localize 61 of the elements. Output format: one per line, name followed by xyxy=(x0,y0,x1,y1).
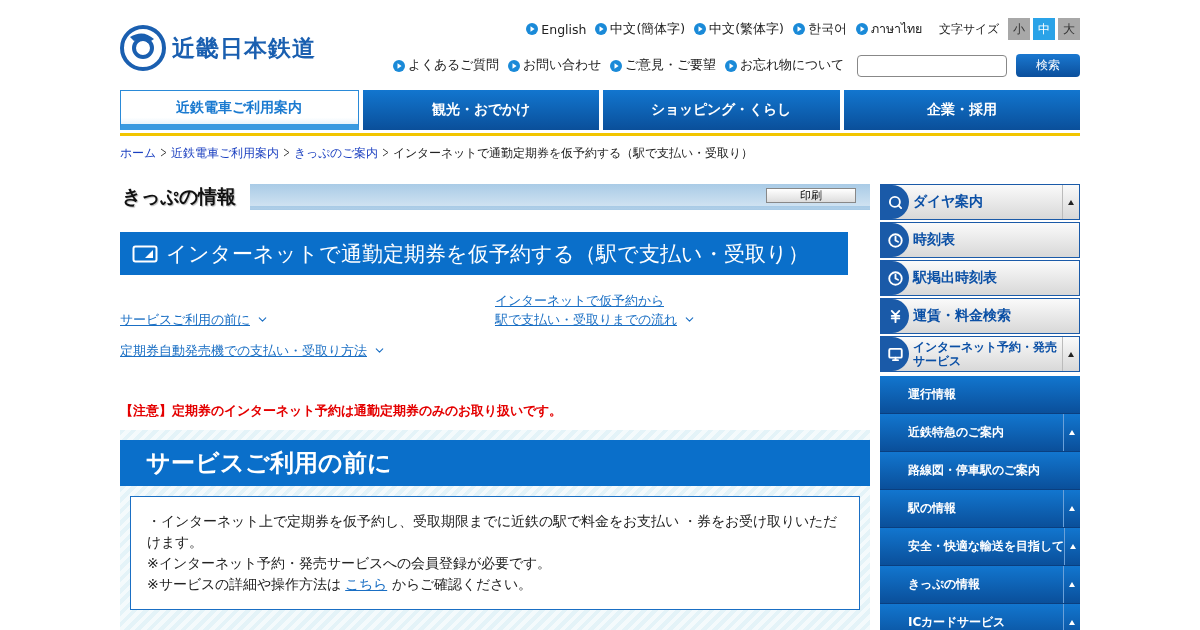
clock-icon xyxy=(887,270,903,286)
breadcrumb-current: インターネットで通勤定期券を仮予約する（駅で支払い・受取り） xyxy=(393,145,753,162)
logo-text: 近畿日本鉄道 xyxy=(172,33,316,63)
section-title: きっぷの情報 xyxy=(122,184,236,209)
play-bullet-icon xyxy=(393,59,405,72)
language-link[interactable]: English xyxy=(526,21,587,37)
utility-link[interactable]: ご意見・ご要望 xyxy=(610,57,716,74)
play-bullet-icon xyxy=(725,59,737,72)
section-heading: サービスご利用の前に xyxy=(120,440,870,486)
utility-link[interactable]: お忘れ物について xyxy=(725,57,844,74)
sidebar-submenu-item[interactable]: ICカードサービス xyxy=(880,604,1080,630)
monitor-icon xyxy=(887,346,903,362)
language-link[interactable]: 中文(簡体字) xyxy=(595,20,686,38)
page-heading-text: インターネットで通勤定期券を仮予約する（駅で支払い・受取り） xyxy=(166,240,809,268)
search-icon xyxy=(887,194,903,210)
play-bullet-icon xyxy=(694,23,707,35)
info-text: ※インターネット予約・発売サービスへの会員登録が必要です。 xyxy=(147,554,552,573)
language-link[interactable]: ภาษาไทย xyxy=(856,19,922,39)
language-link[interactable]: 한국어 xyxy=(793,20,847,38)
font-size-button[interactable]: 大 xyxy=(1058,18,1080,40)
expand-icon[interactable] xyxy=(1068,351,1074,357)
search-button[interactable]: 検索 xyxy=(1016,54,1080,77)
nav-tab[interactable]: 企業・採用 xyxy=(843,90,1080,130)
breadcrumb-link[interactable]: きっぷのご案内 xyxy=(294,145,378,162)
font-size-label: 文字サイズ xyxy=(939,20,999,38)
breadcrumb-link[interactable]: 近鉄電車ご利用案内 xyxy=(171,145,279,162)
sidebar-submenu-item[interactable]: きっぷの情報 xyxy=(880,566,1080,604)
details-link[interactable]: こちら xyxy=(345,576,388,592)
print-button[interactable]: 印刷 xyxy=(766,187,856,203)
sidebar-menu-item[interactable]: インターネット予約・発売サービス xyxy=(880,336,1080,372)
sidebar-submenu-item[interactable]: 安全・快適な輸送を目指して xyxy=(880,528,1080,566)
play-bullet-icon xyxy=(610,59,622,72)
sidebar-menu-item[interactable]: ダイヤ案内 xyxy=(880,184,1080,220)
ticket-icon xyxy=(132,244,158,263)
sidebar-submenu-item[interactable]: 路線図・停車駅のご案内 xyxy=(880,452,1080,490)
play-bullet-icon xyxy=(595,23,608,35)
logo-icon xyxy=(120,25,166,71)
play-bullet-icon xyxy=(793,23,805,35)
info-text: ※サービスの詳細や操作方法は こちら からご確認ください。 xyxy=(147,575,533,594)
nav-tab[interactable]: 近鉄電車ご利用案内 xyxy=(120,90,359,130)
clock-icon xyxy=(887,232,903,248)
search-field[interactable] xyxy=(857,54,1007,77)
language-link[interactable]: 中文(繁体字) xyxy=(694,20,784,38)
sidebar-menu-item[interactable]: 駅掲出時刻表 xyxy=(880,260,1080,296)
sidebar-menu-item[interactable]: 時刻表 xyxy=(880,222,1080,258)
utility-link[interactable]: よくあるご質問 xyxy=(393,57,499,74)
play-bullet-icon xyxy=(526,23,539,35)
expand-icon[interactable] xyxy=(1068,199,1074,205)
nav-tab[interactable]: 観光・おでかけ xyxy=(362,90,599,130)
info-text: ・インターネット上で定期券を仮予約し、受取期限までに近鉄の駅で料金をお支払い ・券をお受け取りいただけます。 xyxy=(147,512,839,552)
play-bullet-icon xyxy=(508,59,520,72)
sidebar-submenu-item[interactable]: 運行情報 xyxy=(880,376,1080,414)
play-bullet-icon xyxy=(856,23,868,35)
notice-text: 【注意】定期券のインターネット予約は通勤定期券のみのお取り扱いです。 xyxy=(120,402,563,420)
breadcrumb-link[interactable]: ホーム xyxy=(120,145,156,162)
nav-tab[interactable]: ショッピング・くらし xyxy=(603,90,840,130)
sidebar-submenu-item[interactable]: 駅の情報 xyxy=(880,490,1080,528)
sidebar-menu-item[interactable]: 運賃・料金検索 xyxy=(880,298,1080,334)
font-size-button[interactable]: 小 xyxy=(1008,18,1030,40)
sidebar-submenu-item[interactable]: 近鉄特急のご案内 xyxy=(880,414,1080,452)
utility-link[interactable]: お問い合わせ xyxy=(508,57,601,74)
